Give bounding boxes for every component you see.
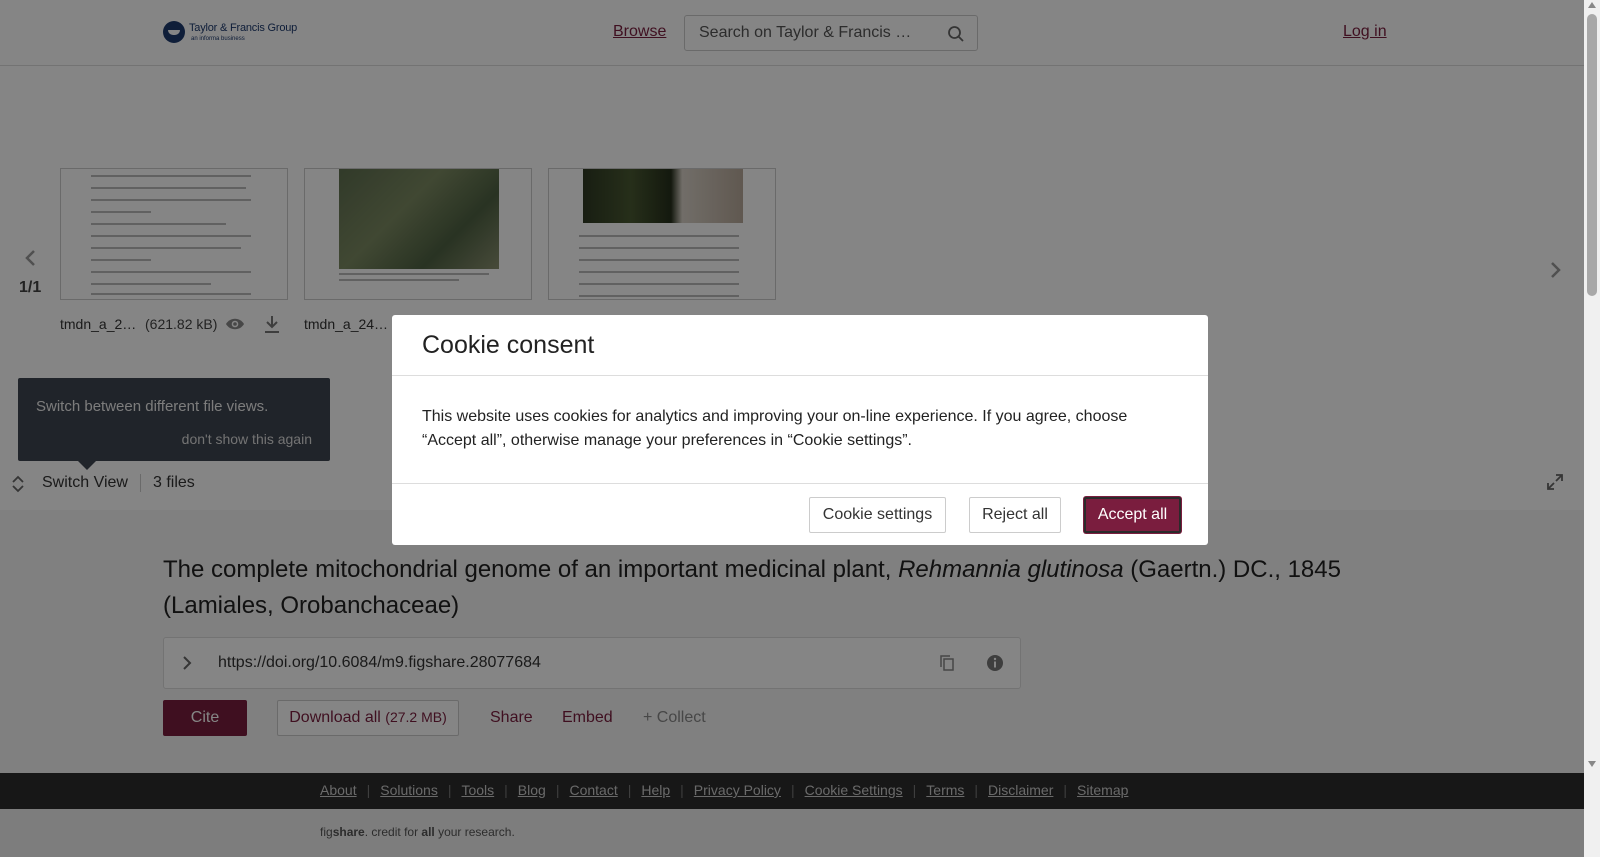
scroll-up-arrow-icon[interactable] [1588, 2, 1596, 8]
scroll-down-arrow-icon[interactable] [1588, 761, 1596, 767]
divider [392, 483, 1208, 484]
cookie-settings-button[interactable]: Cookie settings [809, 497, 946, 533]
cookie-dialog-body: This website uses cookies for analytics … [422, 408, 1128, 449]
accept-all-button[interactable]: Accept all [1084, 497, 1181, 533]
divider [392, 375, 1208, 376]
reject-all-button[interactable]: Reject all [969, 497, 1061, 533]
cookie-dialog-title: Cookie consent [422, 331, 595, 359]
cookie-consent-dialog: Cookie consent This website uses cookies… [392, 315, 1208, 545]
page-scrollbar[interactable] [1584, 0, 1600, 857]
scrollbar-thumb[interactable] [1587, 14, 1597, 296]
